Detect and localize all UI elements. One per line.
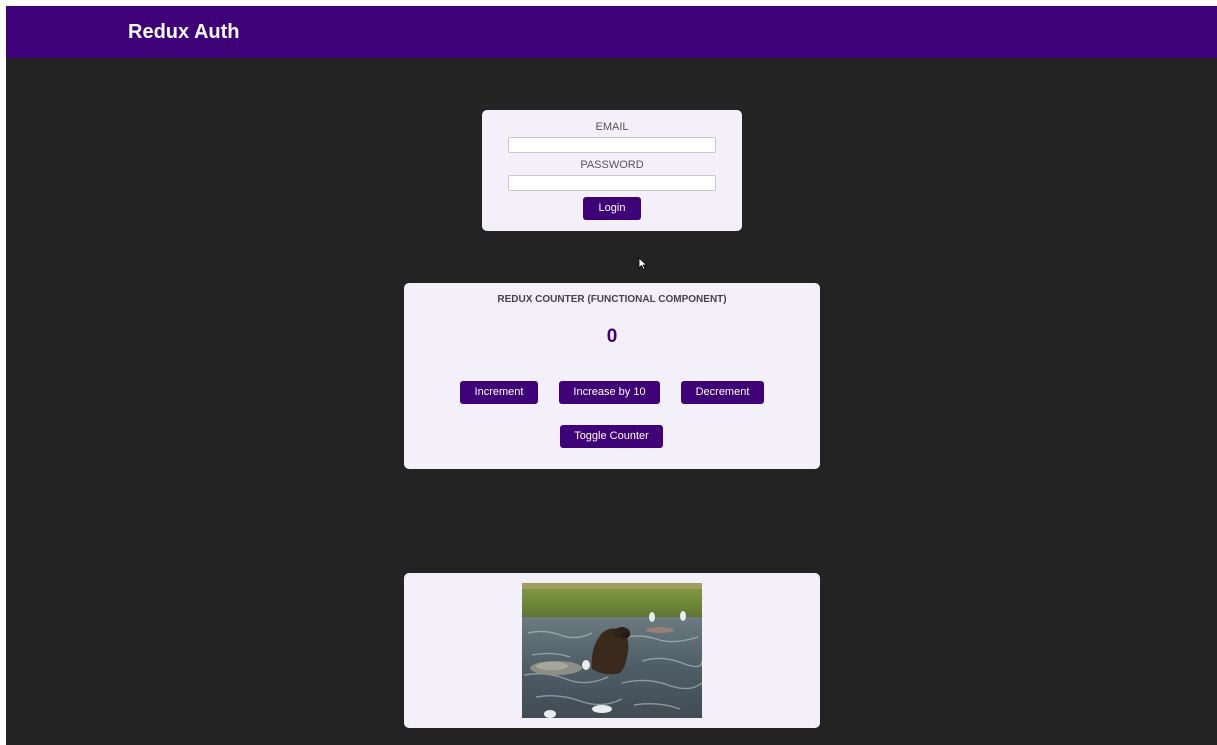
password-input[interactable]: [508, 175, 716, 191]
app-title: Redux Auth: [128, 21, 240, 43]
toggle-counter-button[interactable]: Toggle Counter: [560, 425, 663, 448]
email-input[interactable]: [508, 137, 716, 153]
app-root: Redux Auth EMAIL PASSWORD Login REDUX CO…: [6, 6, 1217, 745]
media-card: [404, 573, 820, 728]
bear-river-image: [522, 583, 702, 718]
increase-by-10-button[interactable]: Increase by 10: [559, 381, 660, 404]
login-button[interactable]: Login: [583, 197, 641, 220]
password-label: PASSWORD: [580, 159, 644, 171]
counter-title: REDUX COUNTER (FUNCTIONAL COMPONENT): [497, 294, 727, 305]
email-label: EMAIL: [595, 121, 629, 133]
decrement-button[interactable]: Decrement: [681, 381, 764, 404]
increment-button[interactable]: Increment: [460, 381, 538, 404]
mouse-pointer-icon: [638, 257, 648, 271]
login-form: EMAIL PASSWORD Login: [482, 110, 742, 231]
counter-card: REDUX COUNTER (FUNCTIONAL COMPONENT) 0 I…: [404, 283, 820, 469]
counter-value: 0: [606, 326, 618, 347]
app-header: Redux Auth: [6, 6, 1217, 58]
video-frame: [522, 583, 702, 718]
